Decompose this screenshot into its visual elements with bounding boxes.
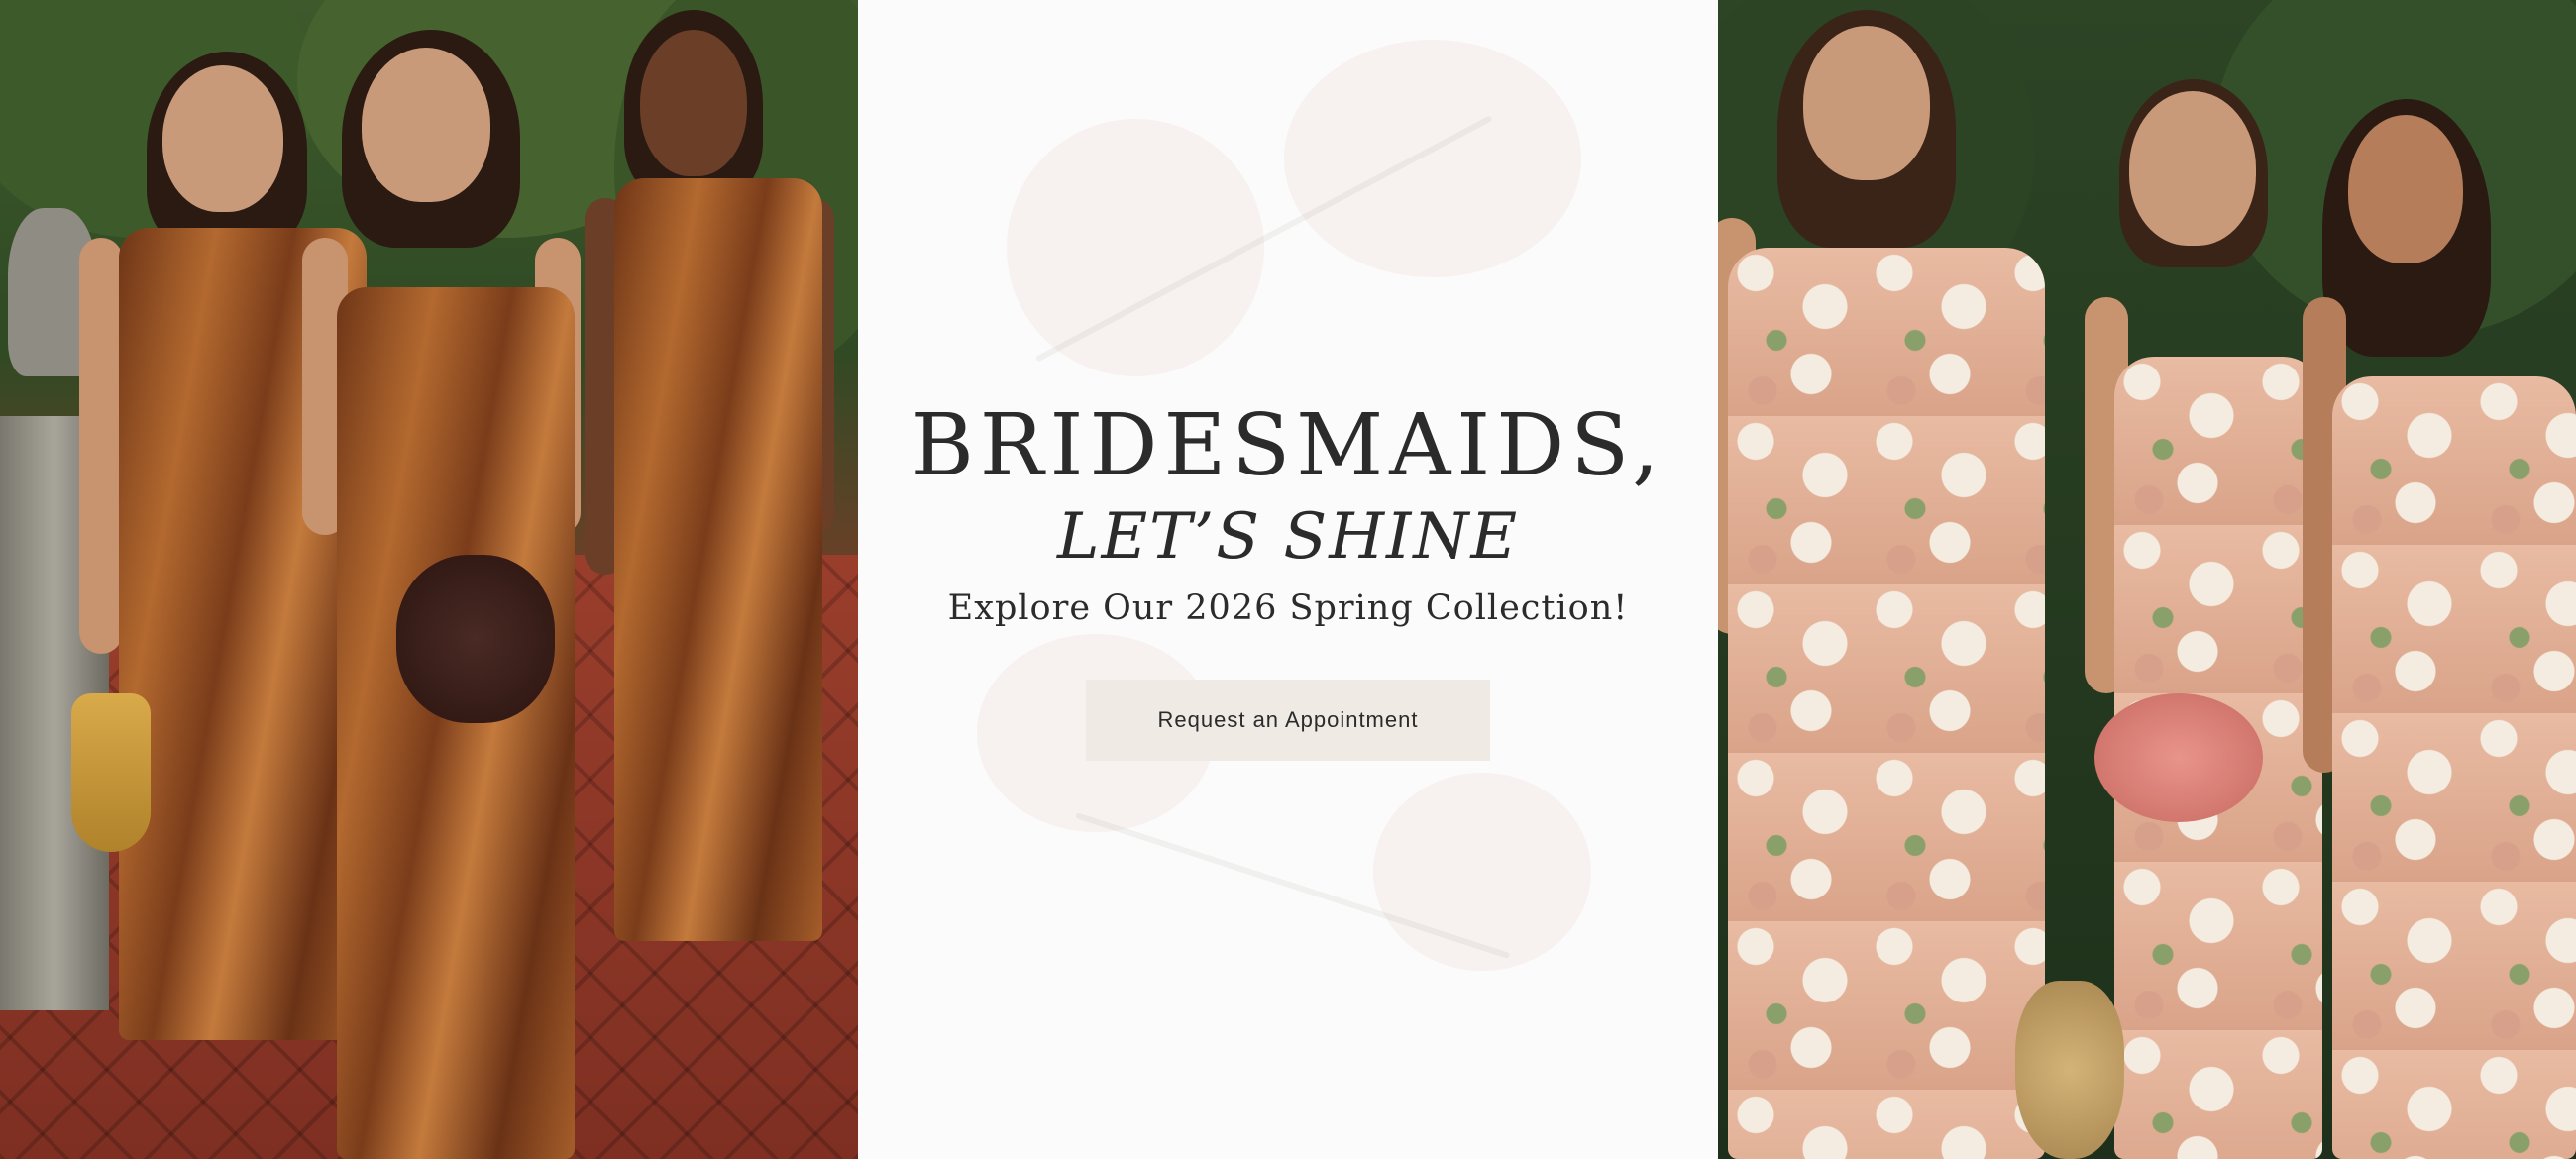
subhead-text: LET’S <box>1056 500 1284 574</box>
blossom-watermark <box>1284 40 1581 277</box>
blossom-watermark <box>1373 773 1591 971</box>
hero-tagline: Explore Our 2026 Spring Collection! <box>947 588 1629 628</box>
hero-headline: BRIDESMAIDS, <box>911 396 1665 495</box>
right-hero-image <box>1718 0 2576 1159</box>
left-hero-image <box>0 0 858 1159</box>
hero-banner: BRIDESMAIDS, LET’S SHINE Explore Our 202… <box>0 0 2576 1159</box>
blossom-watermark <box>1007 119 1264 376</box>
beaded-handbag <box>396 555 555 723</box>
hero-subhead: LET’S SHINE <box>858 499 1718 575</box>
hero-copy-panel: BRIDESMAIDS, LET’S SHINE Explore Our 202… <box>858 0 1718 1159</box>
request-appointment-button[interactable]: Request an Appointment <box>1086 680 1490 761</box>
sequin-pouch <box>2015 981 2124 1159</box>
feather-clutch <box>2094 693 2263 822</box>
subhead-emphasis: SHINE <box>1283 500 1520 574</box>
hero-copy: BRIDESMAIDS, LET’S SHINE Explore Our 202… <box>858 396 1718 761</box>
